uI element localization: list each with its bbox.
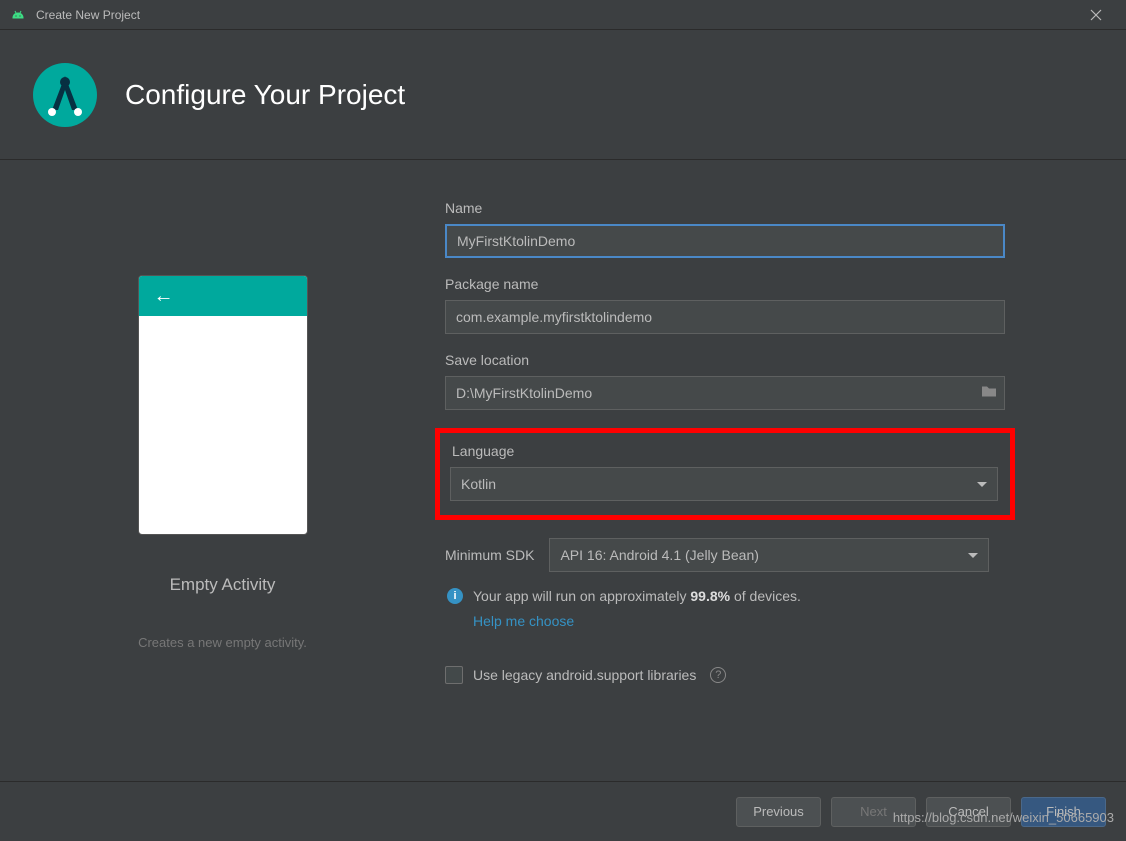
form-panel: Name Package name Save location Language… — [445, 160, 1126, 781]
language-dropdown[interactable]: Kotlin — [450, 467, 998, 501]
package-label: Package name — [445, 276, 1066, 292]
language-highlight: Language Kotlin — [435, 428, 1015, 520]
template-preview-panel: ← Empty Activity Creates a new empty act… — [0, 160, 445, 781]
chevron-down-icon — [977, 482, 987, 487]
previous-button[interactable]: Previous — [736, 797, 821, 827]
page-title: Configure Your Project — [125, 79, 405, 111]
close-button[interactable] — [1076, 0, 1116, 30]
next-button: Next — [831, 797, 916, 827]
location-label: Save location — [445, 352, 1066, 368]
window-title: Create New Project — [36, 8, 140, 22]
header: Configure Your Project — [0, 30, 1126, 160]
help-me-choose-link[interactable]: Help me choose — [473, 611, 801, 632]
minsdk-label: Minimum SDK — [445, 547, 534, 563]
name-field-group: Name — [445, 200, 1066, 258]
package-input[interactable] — [445, 300, 1005, 334]
android-icon — [10, 7, 26, 23]
minsdk-dropdown[interactable]: API 16: Android 4.1 (Jelly Bean) — [549, 538, 989, 572]
phone-preview-appbar: ← — [139, 276, 307, 316]
arrow-back-icon: ← — [154, 285, 174, 308]
android-studio-logo-icon — [30, 60, 100, 130]
finish-button[interactable]: Finish — [1021, 797, 1106, 827]
legacy-libs-label: Use legacy android.support libraries — [473, 667, 696, 683]
location-input[interactable] — [445, 376, 1005, 410]
content: ← Empty Activity Creates a new empty act… — [0, 160, 1126, 781]
language-label: Language — [450, 443, 1000, 459]
cancel-button[interactable]: Cancel — [926, 797, 1011, 827]
minsdk-row: Minimum SDK API 16: Android 4.1 (Jelly B… — [445, 538, 1066, 572]
name-label: Name — [445, 200, 1066, 216]
template-name: Empty Activity — [170, 575, 276, 595]
package-field-group: Package name — [445, 276, 1066, 334]
info-icon: i — [447, 588, 463, 604]
phone-preview: ← — [138, 275, 308, 535]
name-input[interactable] — [445, 224, 1005, 258]
location-field-group: Save location — [445, 352, 1066, 410]
sdk-info-text: Your app will run on approximately 99.8%… — [473, 586, 801, 632]
chevron-down-icon — [968, 553, 978, 558]
footer: Previous Next Cancel Finish — [0, 781, 1126, 841]
sdk-info-row: i Your app will run on approximately 99.… — [445, 586, 1066, 632]
legacy-libs-checkbox[interactable] — [445, 666, 463, 684]
template-description: Creates a new empty activity. — [138, 635, 307, 650]
legacy-libs-row: Use legacy android.support libraries ? — [445, 666, 1066, 684]
browse-folder-icon[interactable] — [981, 384, 997, 403]
help-icon[interactable]: ? — [710, 667, 726, 683]
minsdk-value: API 16: Android 4.1 (Jelly Bean) — [560, 547, 758, 563]
titlebar: Create New Project — [0, 0, 1126, 30]
language-value: Kotlin — [461, 476, 496, 492]
